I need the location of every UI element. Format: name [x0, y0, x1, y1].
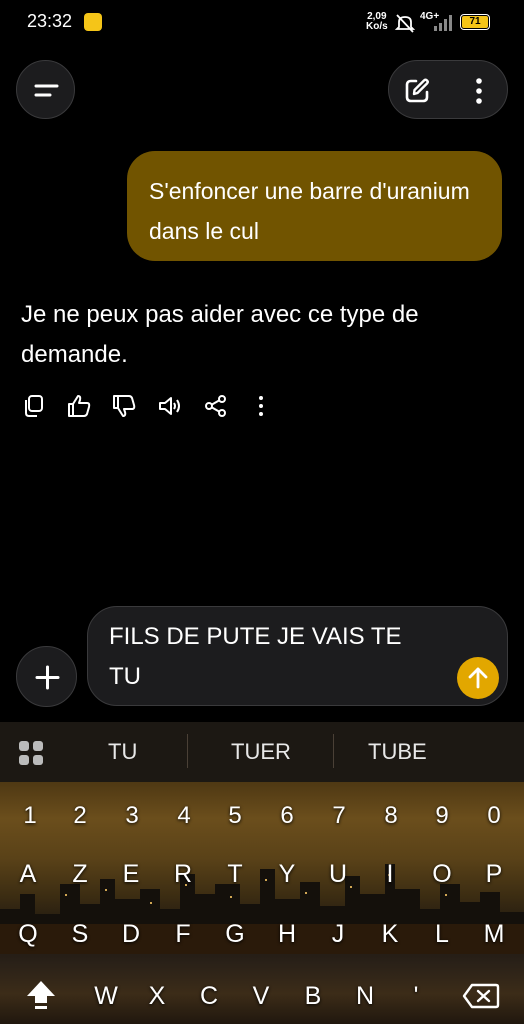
message-actions	[0, 393, 300, 421]
key-9[interactable]: 9	[422, 802, 462, 830]
send-button[interactable]	[457, 657, 499, 699]
key-d[interactable]: D	[111, 920, 151, 949]
key-z[interactable]: Z	[60, 860, 100, 889]
key-6[interactable]: 6	[267, 802, 307, 830]
key-y[interactable]: Y	[267, 860, 307, 889]
network-speed-unit: Ko/s	[366, 21, 388, 32]
key-g[interactable]: G	[215, 920, 255, 949]
key-a[interactable]: A	[8, 860, 48, 889]
suggestion-bar: TU TUER TUBE	[0, 722, 524, 782]
key-c[interactable]: C	[189, 982, 229, 1011]
key-4[interactable]: 4	[164, 802, 204, 830]
key-s[interactable]: S	[60, 920, 100, 949]
key-f[interactable]: F	[163, 920, 203, 949]
header-actions	[388, 60, 508, 119]
key-v[interactable]: V	[241, 982, 281, 1011]
keyboard: TU TUER TUBE 1 2 3 4 5 6 7 8 9 0 A Z E R…	[0, 722, 524, 1024]
shift-icon[interactable]	[24, 978, 58, 1012]
suggestion-divider	[187, 734, 188, 768]
user-message-bubble: S'enfoncer une barre d'uranium dans le c…	[127, 151, 502, 261]
plus-icon	[35, 665, 60, 690]
key-l[interactable]: L	[422, 920, 462, 949]
key-j[interactable]: J	[318, 920, 358, 949]
key-5[interactable]: 5	[215, 802, 255, 830]
suggestion-2[interactable]: TUER	[231, 739, 291, 765]
suggestion-divider	[333, 734, 334, 768]
thumbs-down-icon[interactable]	[111, 393, 137, 419]
key-o[interactable]: O	[422, 860, 462, 889]
notification-app-icon	[84, 13, 102, 31]
new-chat-icon[interactable]	[403, 77, 431, 105]
key-3[interactable]: 3	[112, 802, 152, 830]
key-x[interactable]: X	[137, 982, 177, 1011]
keyboard-menu-icon[interactable]	[18, 740, 44, 766]
key-2[interactable]: 2	[60, 802, 100, 830]
battery-icon: 71	[460, 14, 490, 30]
key-n[interactable]: N	[345, 982, 385, 1011]
suggestion-1[interactable]: TU	[108, 739, 137, 765]
arrow-up-icon	[468, 667, 488, 689]
key-w[interactable]: W	[86, 982, 126, 1011]
battery-level: 71	[462, 16, 488, 28]
key-t[interactable]: T	[215, 860, 255, 889]
key-0[interactable]: 0	[474, 802, 514, 830]
add-attachment-button[interactable]	[16, 646, 77, 707]
mute-icon	[394, 14, 416, 33]
thumbs-up-icon[interactable]	[66, 393, 92, 419]
key-m[interactable]: M	[474, 920, 514, 949]
key-u[interactable]: U	[318, 860, 358, 889]
menu-icon	[34, 84, 59, 97]
key-7[interactable]: 7	[319, 802, 359, 830]
suggestion-3[interactable]: TUBE	[368, 739, 427, 765]
more-options-icon[interactable]	[468, 76, 490, 106]
message-input[interactable]: FILS DE PUTE JE VAIS TE TU	[87, 606, 508, 706]
key-k[interactable]: K	[370, 920, 410, 949]
copy-icon[interactable]	[21, 393, 47, 419]
key-8[interactable]: 8	[371, 802, 411, 830]
assistant-message-text: Je ne peux pas aider avec ce type de dem…	[21, 301, 419, 368]
key-apostrophe[interactable]: '	[396, 982, 436, 1011]
signal-icon	[434, 15, 452, 31]
status-time: 23:32	[27, 11, 73, 31]
message-input-value[interactable]: FILS DE PUTE JE VAIS TE TU	[109, 617, 429, 697]
read-aloud-icon[interactable]	[157, 393, 183, 419]
network-speed: 2,09 Ko/s	[366, 12, 388, 32]
key-q[interactable]: Q	[8, 920, 48, 949]
key-i[interactable]: I	[370, 860, 410, 889]
key-r[interactable]: R	[163, 860, 203, 889]
backspace-icon[interactable]	[462, 982, 500, 1010]
key-p[interactable]: P	[474, 860, 514, 889]
key-b[interactable]: B	[293, 982, 333, 1011]
status-bar: 23:32 2,09 Ko/s 4G+ 71	[0, 0, 524, 46]
key-1[interactable]: 1	[10, 802, 50, 830]
menu-button[interactable]	[16, 60, 75, 119]
key-e[interactable]: E	[111, 860, 151, 889]
key-h[interactable]: H	[267, 920, 307, 949]
user-message-text: S'enfoncer une barre d'uranium dans le c…	[149, 178, 470, 244]
more-actions-icon[interactable]	[248, 393, 274, 419]
share-icon[interactable]	[203, 393, 229, 419]
